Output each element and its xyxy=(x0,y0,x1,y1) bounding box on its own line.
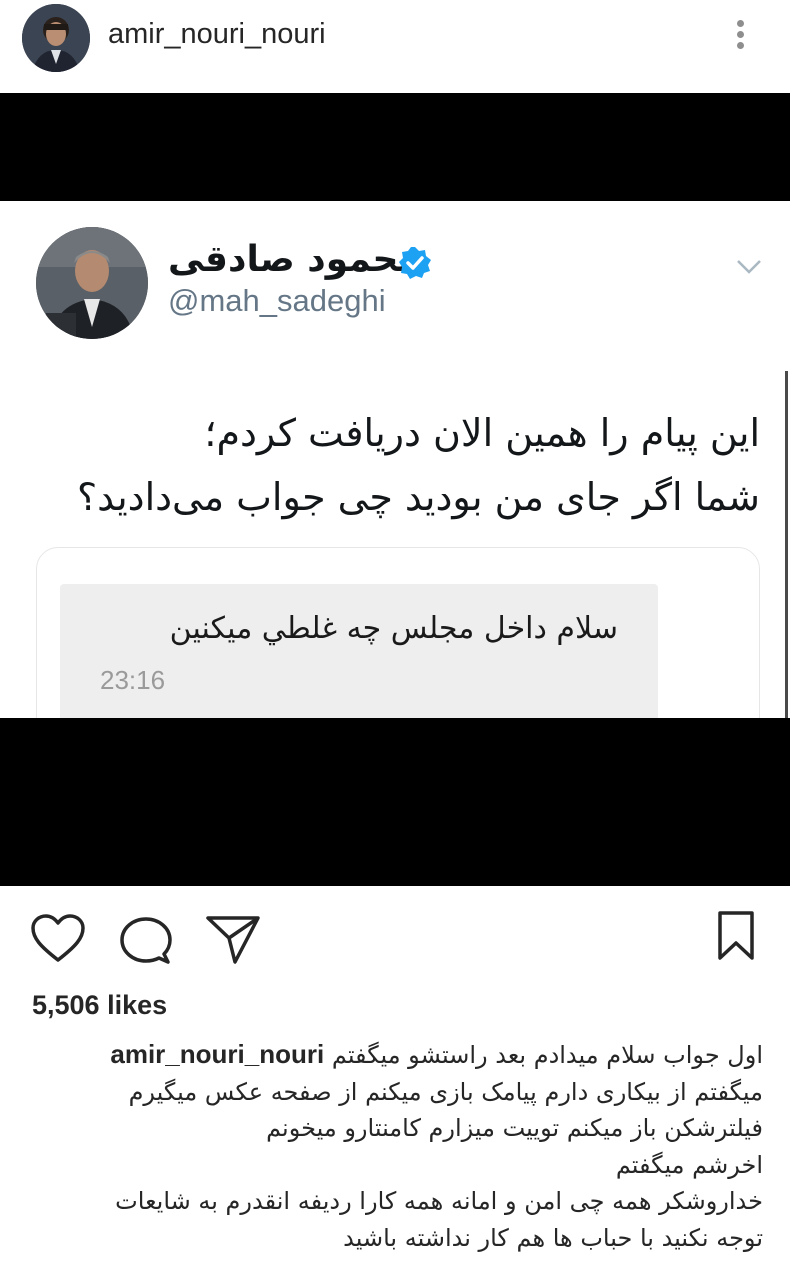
send-icon[interactable] xyxy=(205,914,261,970)
sms-message: سلام داخل مجلس چه غلطي ميكنين xyxy=(169,611,618,646)
more-vertical-icon[interactable] xyxy=(730,16,750,56)
tweet-image: محمود صادقی @mah_sadeghi این پیام را همی… xyxy=(0,201,790,718)
tweet-text: این پیام را همین الان دریافت کردم؛ شما ا… xyxy=(20,401,760,529)
image-edge xyxy=(785,371,788,718)
redaction-bar-top xyxy=(0,93,790,201)
bookmark-icon[interactable] xyxy=(716,910,756,966)
post-actions xyxy=(0,900,790,980)
tweet-handle: @mah_sadeghi xyxy=(168,283,386,318)
chevron-down-icon xyxy=(736,259,762,275)
caption-line: میگفتم از بیکاری دارم پیامک بازی میکنم ا… xyxy=(128,1077,763,1106)
sms-time: 23:16 xyxy=(100,665,166,695)
caption-line: فیلترشکن باز میکنم توییت میزارم کامنتارو… xyxy=(266,1114,763,1142)
tweet-text-line: شما اگر جای من بودید چی جواب می‌دادید؟ xyxy=(76,475,760,519)
caption-username[interactable]: amir_nouri_nouri xyxy=(110,1039,324,1069)
comment-icon[interactable] xyxy=(120,916,172,970)
heart-icon[interactable] xyxy=(30,914,86,968)
likes-count[interactable]: 5,506 likes xyxy=(32,990,167,1021)
caption-line: اول جواب سلام میدادم بعد راستشو میگفتم a… xyxy=(28,1036,763,1074)
tweet-text-line: این پیام را همین الان دریافت کردم؛ xyxy=(204,411,760,455)
caption-line: خداروشکر همه چی امن و امانه همه کارا ردی… xyxy=(115,1187,763,1215)
tweet-display-name: محمود صادقی xyxy=(168,239,421,280)
verified-badge-icon xyxy=(398,246,432,280)
post-username[interactable]: amir_nouri_nouri xyxy=(108,18,326,51)
post-header: amir_nouri_nouri xyxy=(0,0,790,80)
tweet-avatar xyxy=(36,227,148,339)
redaction-bar-bottom xyxy=(0,718,790,886)
caption-text: اول جواب سلام میدادم بعد راستشو میگفتم xyxy=(331,1041,763,1069)
post-caption: اول جواب سلام میدادم بعد راستشو میگفتم a… xyxy=(28,1036,763,1256)
profile-avatar[interactable] xyxy=(22,4,90,72)
caption-line: توجه نکنید با حباب ها هم کار نداشته باشی… xyxy=(343,1223,763,1252)
caption-line: اخرشم میگفتم xyxy=(615,1150,763,1179)
sms-bubble xyxy=(60,584,658,718)
